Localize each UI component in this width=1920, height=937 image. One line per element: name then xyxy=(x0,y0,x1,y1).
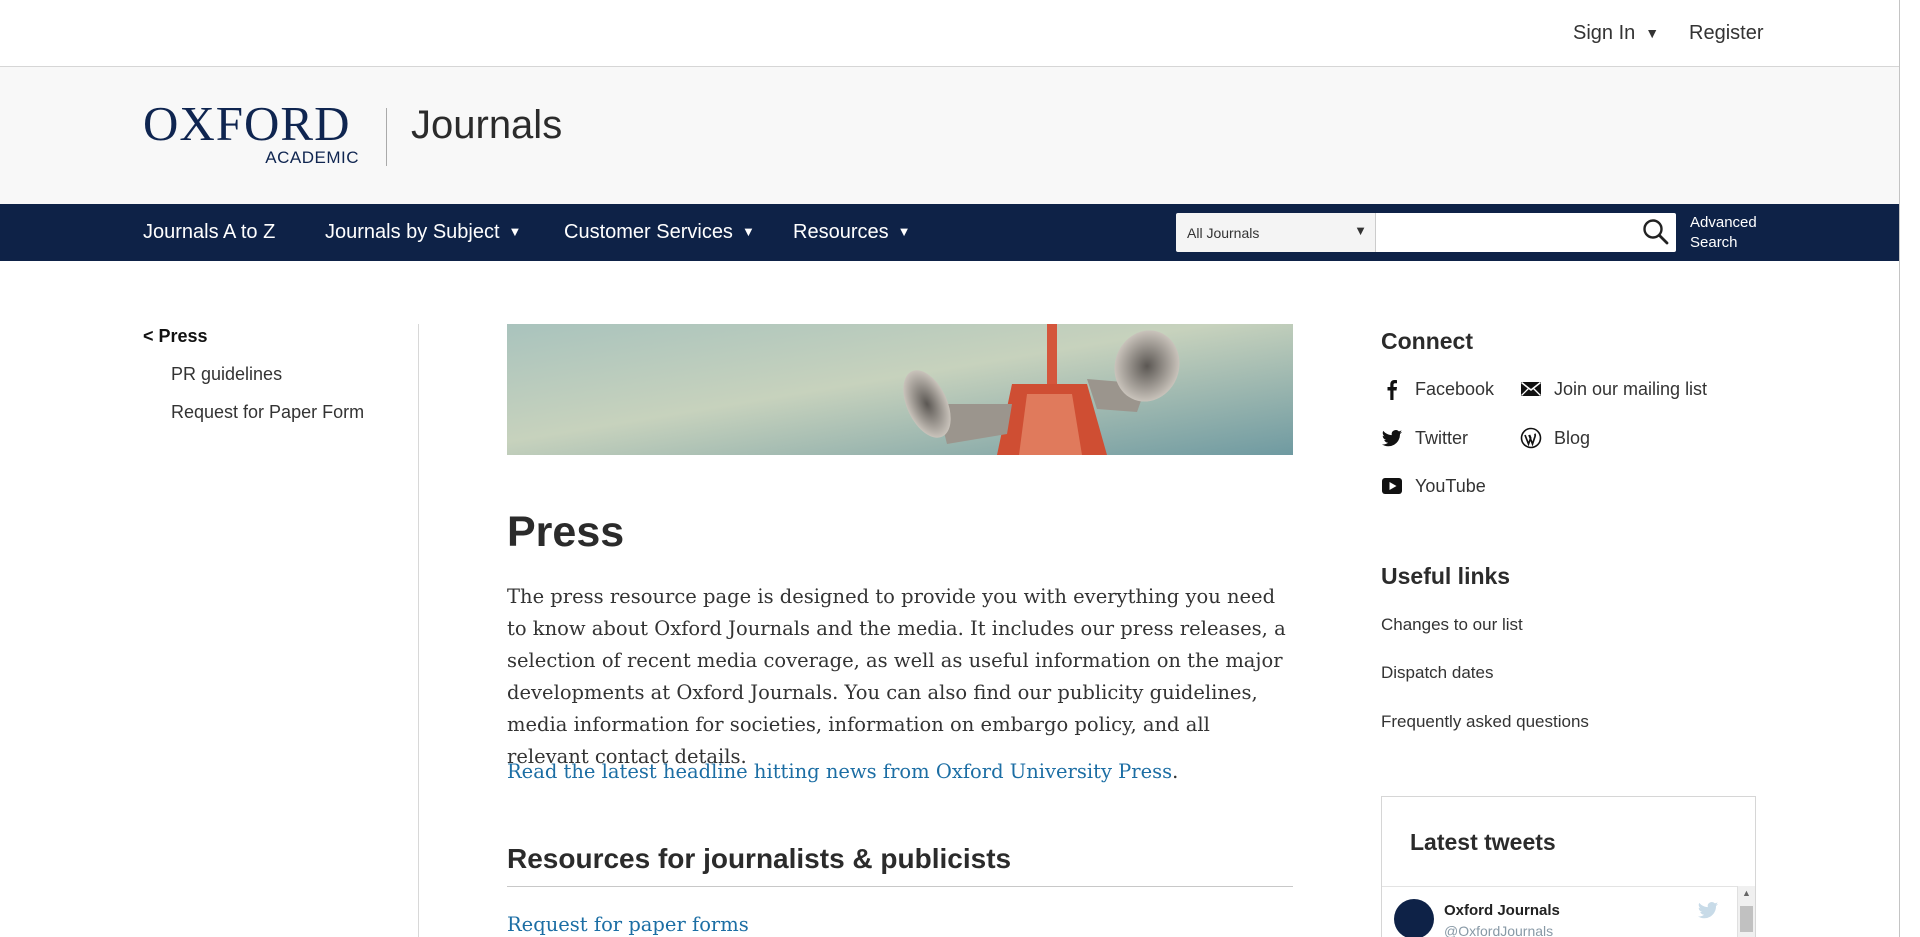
oxford-academic-logo[interactable]: OXFORD ACADEMIC xyxy=(143,99,359,167)
caret-down-icon: ▼ xyxy=(897,224,911,239)
twitter-link[interactable]: Twitter xyxy=(1381,427,1468,449)
tweets-divider xyxy=(1382,886,1755,887)
youtube-icon xyxy=(1382,478,1402,494)
caret-down-icon: ▼ xyxy=(508,224,522,239)
nav-label: Journals A to Z xyxy=(143,221,276,243)
main-navigation: Journals A to Z Journals by Subject ▼ Cus… xyxy=(0,204,1899,261)
nav-resources[interactable]: Resources ▼ xyxy=(793,221,910,244)
useful-links-heading: Useful links xyxy=(1381,563,1511,589)
search-scope-select[interactable]: All Journals ▼ xyxy=(1176,213,1376,252)
avatar[interactable] xyxy=(1394,899,1434,937)
youtube-link[interactable]: YouTube xyxy=(1381,475,1486,497)
useful-link-faq[interactable]: Frequently asked questions xyxy=(1381,712,1589,732)
search-scope-value: All Journals xyxy=(1187,225,1260,241)
sidebar-divider xyxy=(418,324,419,937)
latest-tweets-heading: Latest tweets xyxy=(1410,829,1556,855)
tweets-scrollbar[interactable]: ▲ xyxy=(1737,886,1755,937)
section-sidebar: < Press PR guidelines Request for Paper … xyxy=(143,326,364,422)
nav-label: Journals by Subject xyxy=(325,221,500,243)
top-utility-bar: Sign In ▼ Register xyxy=(0,0,1899,67)
brand-divider xyxy=(386,108,387,166)
scrollbar-thumb[interactable] xyxy=(1740,906,1753,932)
youtube-label: YouTube xyxy=(1415,475,1486,496)
intro-paragraph: The press resource page is designed to p… xyxy=(507,585,1286,768)
search-input[interactable] xyxy=(1376,213,1676,252)
caret-down-icon: ▼ xyxy=(741,224,755,239)
search-icon[interactable] xyxy=(1640,216,1672,248)
tweet-handle[interactable]: @OxfordJournals xyxy=(1444,923,1553,937)
twitter-bird-icon xyxy=(1697,902,1719,919)
blog-link[interactable]: Blog xyxy=(1520,427,1590,449)
twitter-label: Twitter xyxy=(1415,427,1469,448)
news-link-suffix: . xyxy=(1172,760,1179,783)
nav-label: Resources xyxy=(793,221,889,243)
facebook-link[interactable]: Facebook xyxy=(1381,378,1494,400)
oup-news-link[interactable]: Read the latest headline hitting news fr… xyxy=(507,760,1172,783)
site-section-title[interactable]: Journals xyxy=(411,103,562,148)
logo-subtitle: ACADEMIC xyxy=(265,148,359,167)
nav-journals-a-to-z[interactable]: Journals A to Z xyxy=(143,221,275,244)
sign-in-label: Sign In xyxy=(1573,22,1636,44)
sidebar-parent-press[interactable]: < Press xyxy=(143,326,208,347)
scroll-up-icon[interactable]: ▲ xyxy=(1742,888,1751,898)
page-scrollbar[interactable] xyxy=(1899,0,1920,937)
press-banner-image xyxy=(507,324,1293,455)
nav-customer-services[interactable]: Customer Services ▼ xyxy=(564,221,755,244)
sign-in-button[interactable]: Sign In ▼ xyxy=(1573,22,1659,45)
request-paper-forms-link[interactable]: Request for paper forms xyxy=(507,913,749,936)
advanced-search-line1: Advanced xyxy=(1690,214,1757,231)
section-heading: Resources for journalists & publicists xyxy=(507,843,1012,874)
mailing-list-link[interactable]: Join our mailing list xyxy=(1520,378,1707,400)
advanced-search-line2: Search xyxy=(1690,234,1738,251)
wordpress-icon xyxy=(1520,427,1542,449)
news-paragraph: Read the latest headline hitting news fr… xyxy=(507,760,1178,783)
mailing-list-label: Join our mailing list xyxy=(1554,378,1708,399)
facebook-icon xyxy=(1387,380,1397,400)
logo-wordmark: OXFORD xyxy=(143,96,351,151)
brand-header: OXFORD ACADEMIC Journals xyxy=(0,67,1899,204)
useful-link-changes[interactable]: Changes to our list xyxy=(1381,615,1523,635)
register-link[interactable]: Register xyxy=(1689,22,1763,45)
twitter-icon xyxy=(1381,430,1403,447)
advanced-search-link[interactable]: Advanced Search xyxy=(1690,213,1757,253)
nav-journals-by-subject[interactable]: Journals by Subject ▼ xyxy=(325,221,521,244)
connect-heading: Connect xyxy=(1381,328,1473,354)
blog-label: Blog xyxy=(1554,427,1591,448)
facebook-label: Facebook xyxy=(1415,378,1495,399)
sidebar-item-pr-guidelines[interactable]: PR guidelines xyxy=(171,364,282,385)
nav-label: Customer Services xyxy=(564,221,733,243)
envelope-icon xyxy=(1521,381,1541,396)
caret-down-icon: ▼ xyxy=(1645,25,1660,41)
tweet-author[interactable]: Oxford Journals xyxy=(1444,902,1560,919)
section-rule xyxy=(507,886,1293,887)
latest-tweets-widget: Latest tweets Oxford Journals @OxfordJou… xyxy=(1381,796,1756,937)
useful-link-dispatch-dates[interactable]: Dispatch dates xyxy=(1381,663,1493,683)
caret-down-icon: ▼ xyxy=(1354,223,1367,238)
sidebar-item-request-paper-form[interactable]: Request for Paper Form xyxy=(171,402,364,423)
page-title: Press xyxy=(507,508,625,556)
